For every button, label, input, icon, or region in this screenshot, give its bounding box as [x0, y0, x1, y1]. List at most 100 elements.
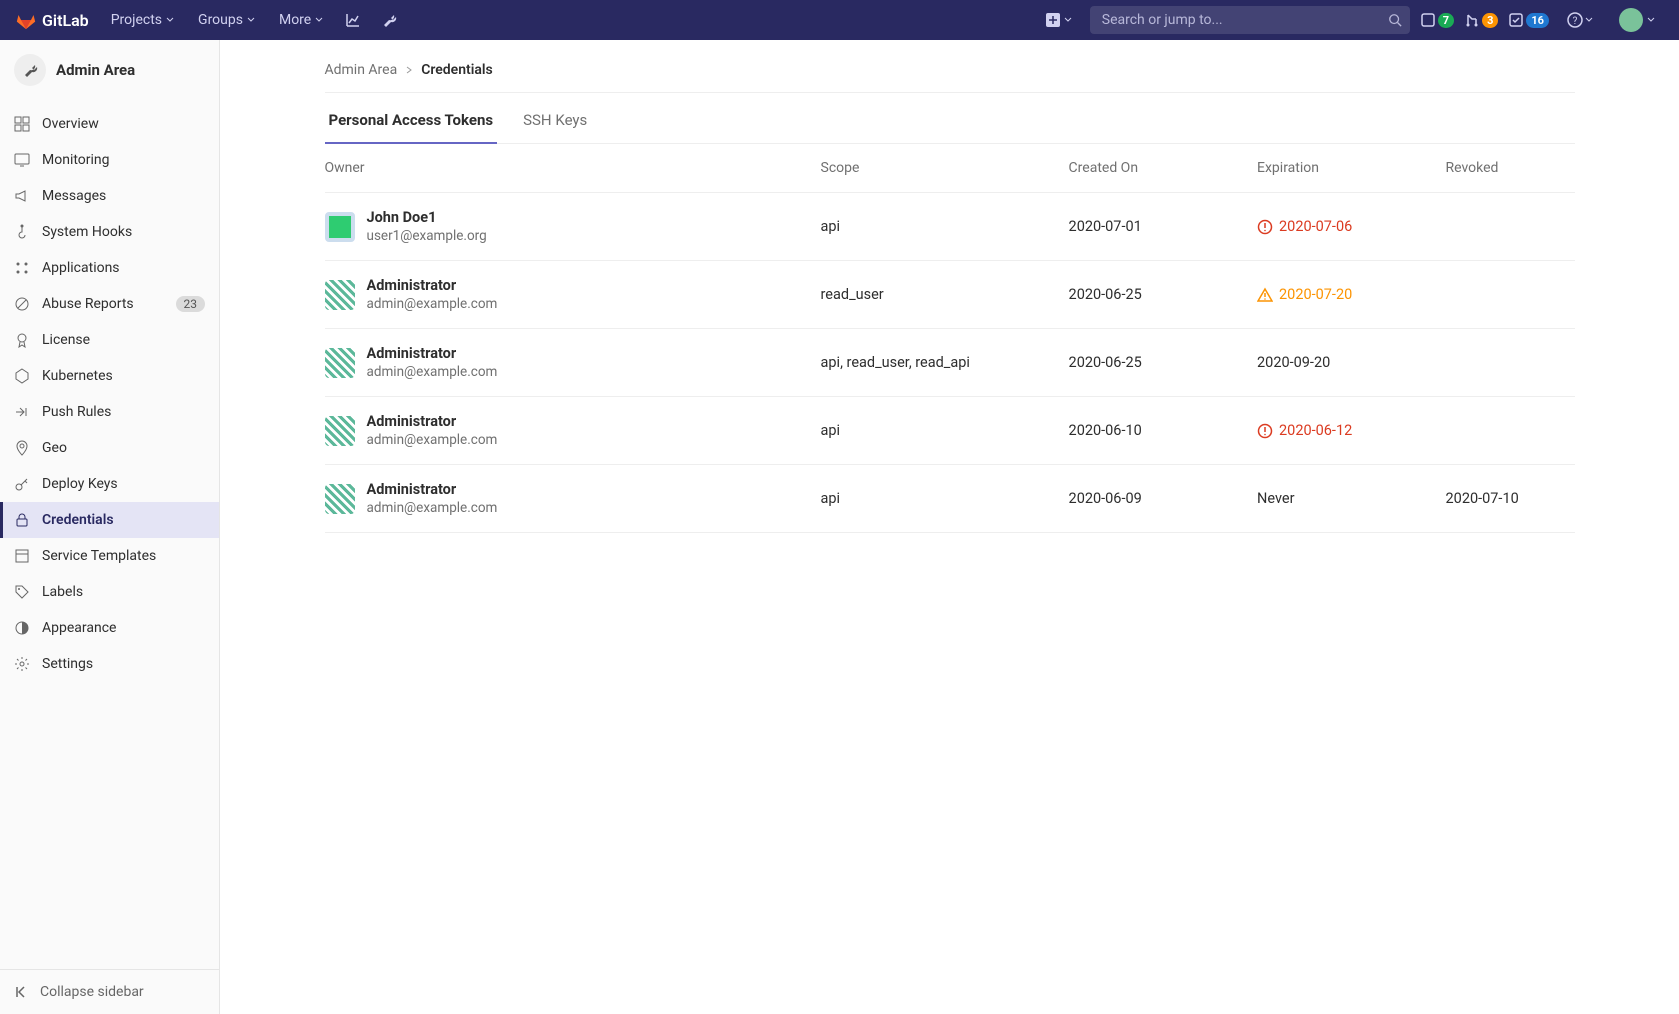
- tabs: Personal Access Tokens SSH Keys: [325, 97, 1575, 144]
- nav-more-label: More: [279, 12, 311, 28]
- gear-icon: [14, 656, 30, 672]
- avatar[interactable]: [325, 348, 355, 378]
- lock-icon: [14, 512, 30, 528]
- avatar[interactable]: [325, 212, 355, 242]
- sidebar-item-label: Push Rules: [42, 404, 111, 420]
- sidebar-item-system-hooks[interactable]: System Hooks: [0, 214, 219, 250]
- sidebar-item-label: Credentials: [42, 512, 114, 528]
- sidebar-item-appearance[interactable]: Appearance: [0, 610, 219, 646]
- location-icon: [14, 440, 30, 456]
- owner-name[interactable]: Administrator: [367, 277, 498, 294]
- sidebar-item-monitoring[interactable]: Monitoring: [0, 142, 219, 178]
- sidebar-item-overview[interactable]: Overview: [0, 106, 219, 142]
- sidebar-item-push-rules[interactable]: Push Rules: [0, 394, 219, 430]
- created-cell: 2020-06-10: [1069, 422, 1257, 439]
- breadcrumb-root[interactable]: Admin Area: [325, 62, 398, 78]
- sidebar-item-label: Abuse Reports: [42, 296, 134, 312]
- owner-email: admin@example.com: [367, 364, 498, 380]
- sidebar-item-settings[interactable]: Settings: [0, 646, 219, 682]
- avatar[interactable]: [325, 280, 355, 310]
- nav-mr-count[interactable]: 3: [1464, 12, 1498, 28]
- sidebar-title: Admin Area: [56, 61, 135, 79]
- scope-cell: read_user: [821, 286, 1069, 303]
- collapse-sidebar[interactable]: Collapse sidebar: [0, 969, 219, 1014]
- owner-name[interactable]: Administrator: [367, 345, 498, 362]
- sidebar-item-applications[interactable]: Applications: [0, 250, 219, 286]
- collapse-icon: [14, 984, 30, 1000]
- nav-user-menu[interactable]: [1611, 2, 1663, 38]
- nav-projects[interactable]: Projects: [101, 6, 184, 34]
- sidebar-item-label: Applications: [42, 260, 120, 276]
- expiration-value: 2020-09-20: [1257, 354, 1330, 371]
- sidebar-item-license[interactable]: License: [0, 322, 219, 358]
- created-cell: 2020-06-25: [1069, 354, 1257, 371]
- table-row: Administrator admin@example.com api 2020…: [325, 397, 1575, 465]
- table-row: Administrator admin@example.com api 2020…: [325, 465, 1575, 533]
- nav-analytics[interactable]: [337, 6, 369, 34]
- sidebar-item-credentials[interactable]: Credentials: [0, 502, 219, 538]
- monitor-icon: [14, 152, 30, 168]
- avatar[interactable]: [325, 416, 355, 446]
- sidebar-item-label: Geo: [42, 440, 67, 456]
- gitlab-logo[interactable]: GitLab: [16, 10, 97, 30]
- nav-groups[interactable]: Groups: [188, 6, 265, 34]
- bullhorn-icon: [14, 188, 30, 204]
- sidebar-item-label: Messages: [42, 188, 106, 204]
- owner-name[interactable]: John Doe1: [367, 209, 487, 226]
- created-cell: 2020-06-25: [1069, 286, 1257, 303]
- expiration-value: 2020-07-20: [1279, 286, 1352, 303]
- error-icon: [1257, 423, 1273, 439]
- owner-name[interactable]: Administrator: [367, 481, 498, 498]
- avatar[interactable]: [325, 484, 355, 514]
- sidebar-item-label: License: [42, 332, 90, 348]
- issues-badge: 7: [1438, 13, 1454, 28]
- owner-cell: Administrator admin@example.com: [325, 277, 821, 312]
- sidebar-item-geo[interactable]: Geo: [0, 430, 219, 466]
- nav-groups-label: Groups: [198, 12, 243, 28]
- svg-text:?: ?: [1573, 16, 1578, 27]
- table-row: John Doe1 user1@example.org api 2020-07-…: [325, 193, 1575, 261]
- nav-more[interactable]: More: [269, 6, 333, 34]
- tab-ssh-keys[interactable]: SSH Keys: [519, 97, 591, 143]
- navbar-right: 7 3 16 ?: [1038, 2, 1663, 38]
- nav-todos-count[interactable]: 16: [1508, 12, 1549, 28]
- col-scope: Scope: [821, 160, 1069, 176]
- expiration-cell: 2020-07-20: [1257, 286, 1446, 303]
- search-icon: [1388, 13, 1402, 27]
- chevron-down-icon: [1585, 16, 1593, 24]
- navbar-left: GitLab Projects Groups More: [16, 6, 405, 34]
- sidebar-item-messages[interactable]: Messages: [0, 178, 219, 214]
- breadcrumb-current: Credentials: [421, 62, 493, 78]
- sidebar-item-label: System Hooks: [42, 224, 132, 240]
- chevron-down-icon: [1064, 16, 1072, 24]
- owner-name[interactable]: Administrator: [367, 413, 498, 430]
- sidebar-item-deploy-keys[interactable]: Deploy Keys: [0, 466, 219, 502]
- nav-issues-count[interactable]: 7: [1420, 12, 1454, 28]
- todos-icon: [1508, 12, 1524, 28]
- nav-plus[interactable]: [1038, 7, 1080, 33]
- issues-icon: [1420, 12, 1436, 28]
- hook-icon: [14, 224, 30, 240]
- collapse-label: Collapse sidebar: [40, 984, 144, 1000]
- sidebar-header[interactable]: Admin Area: [0, 40, 219, 100]
- merge-request-icon: [1464, 12, 1480, 28]
- ribbon-icon: [14, 332, 30, 348]
- nav-help[interactable]: ?: [1559, 6, 1601, 34]
- scope-cell: api, read_user, read_api: [821, 354, 1069, 371]
- owner-cell: John Doe1 user1@example.org: [325, 209, 821, 244]
- sidebar-item-abuse-reports[interactable]: Abuse Reports 23: [0, 286, 219, 322]
- sidebar-item-service-templates[interactable]: Service Templates: [0, 538, 219, 574]
- abuse-count-badge: 23: [176, 296, 206, 312]
- nav-admin-wrench[interactable]: [373, 6, 405, 34]
- plus-icon: [1046, 13, 1060, 27]
- sidebar-item-label: Kubernetes: [42, 368, 113, 384]
- tab-personal-access-tokens[interactable]: Personal Access Tokens: [325, 97, 498, 143]
- search-input[interactable]: [1102, 12, 1380, 28]
- search-box[interactable]: [1090, 6, 1410, 34]
- sidebar-item-kubernetes[interactable]: Kubernetes: [0, 358, 219, 394]
- owner-cell: Administrator admin@example.com: [325, 481, 821, 516]
- gitlab-icon: [16, 10, 36, 30]
- sidebar-item-labels[interactable]: Labels: [0, 574, 219, 610]
- sidebar-nav: Overview Monitoring Messages System Hook…: [0, 100, 219, 969]
- created-cell: 2020-07-01: [1069, 218, 1257, 235]
